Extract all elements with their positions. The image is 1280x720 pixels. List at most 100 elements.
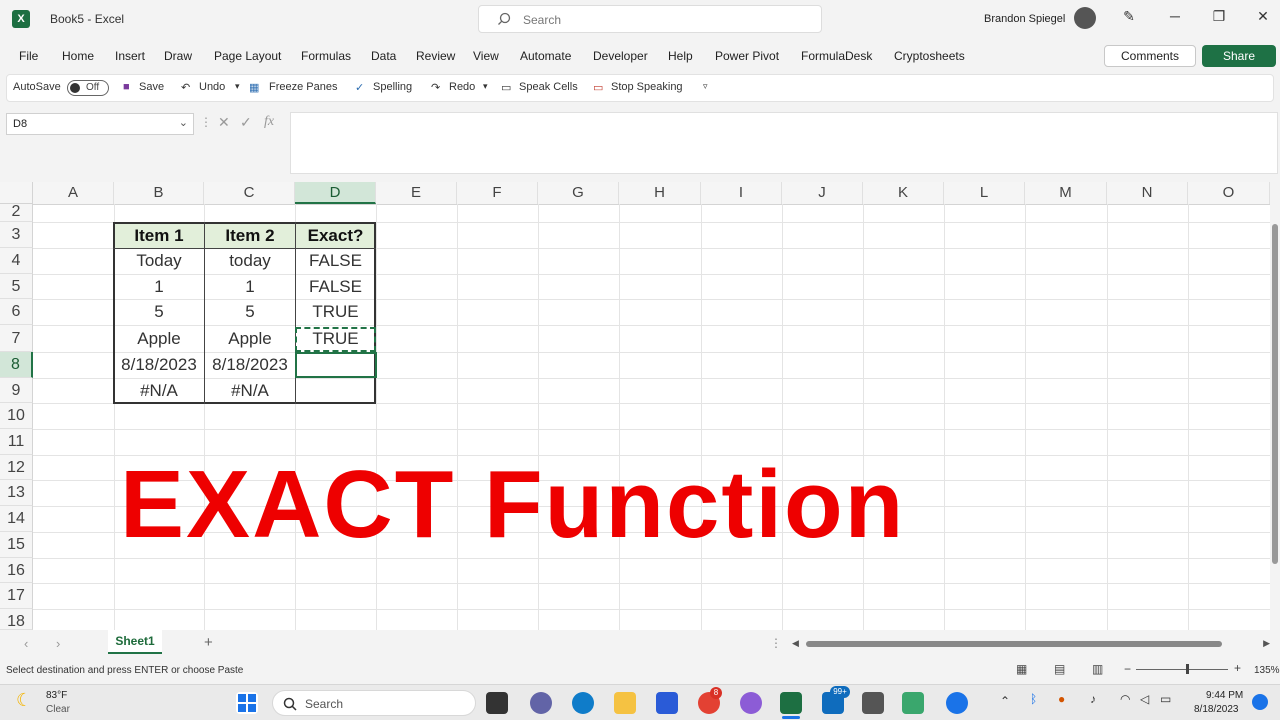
name-box[interactable]: D8 ⌄ xyxy=(6,113,194,135)
zoom-in-icon[interactable]: + xyxy=(1234,661,1241,675)
tab-help[interactable]: Help xyxy=(668,49,693,63)
column-header-i[interactable]: I xyxy=(701,182,782,204)
close-icon[interactable]: ✕ xyxy=(1250,8,1276,30)
weather-temp[interactable]: 83°F xyxy=(46,690,67,701)
speak-cells-button[interactable]: Speak Cells xyxy=(519,81,578,93)
tab-formulas[interactable]: Formulas xyxy=(301,49,351,63)
start-icon[interactable] xyxy=(236,692,258,714)
search-input[interactable]: Search xyxy=(478,5,822,33)
table-cell-b6[interactable]: 5 xyxy=(114,299,204,325)
column-header-o[interactable]: O xyxy=(1188,182,1270,204)
table-cell-c7[interactable]: Apple xyxy=(205,325,295,352)
customize-qat-icon[interactable]: ▿ xyxy=(703,81,708,92)
row-header-15[interactable]: 15 xyxy=(0,532,33,558)
dropdown-icon[interactable]: ▾ xyxy=(483,81,488,92)
table-cell-d4[interactable]: FALSE xyxy=(296,248,375,274)
share-button[interactable]: Share xyxy=(1202,45,1276,67)
select-all-corner[interactable] xyxy=(0,182,33,204)
prev-sheet-icon[interactable]: ‹ xyxy=(24,636,28,651)
tab-power-pivot[interactable]: Power Pivot xyxy=(715,49,779,63)
table-cell-c4[interactable]: today xyxy=(205,248,295,274)
row-header-3[interactable]: 3 xyxy=(0,222,33,248)
taskbar-search[interactable]: Search xyxy=(272,690,476,716)
scroll-thumb[interactable] xyxy=(1272,224,1278,564)
table-cell-b9[interactable]: #N/A xyxy=(114,378,204,403)
column-header-h[interactable]: H xyxy=(619,182,701,204)
column-header-l[interactable]: L xyxy=(944,182,1025,204)
page-break-view-icon[interactable]: ▥ xyxy=(1092,662,1103,676)
stop-speaking-button[interactable]: Stop Speaking xyxy=(611,81,683,93)
column-header-c[interactable]: C xyxy=(204,182,295,204)
formula-input[interactable] xyxy=(290,112,1278,174)
tab-formuladesk[interactable]: FormulaDesk xyxy=(801,49,872,63)
row-header-13[interactable]: 13 xyxy=(0,480,33,506)
next-sheet-icon[interactable]: › xyxy=(56,636,60,651)
bluetooth-icon[interactable]: ᛒ xyxy=(1030,692,1037,706)
worksheet-grid[interactable]: A B C D E F G H I J K L M N O 2 3 4 5 6 … xyxy=(0,182,1270,630)
table-header-exact[interactable]: Exact? xyxy=(296,223,375,248)
table-cell-b8[interactable]: 8/18/2023 xyxy=(114,352,204,378)
row-header-5[interactable]: 5 xyxy=(0,274,33,299)
file-explorer-icon[interactable] xyxy=(614,692,636,714)
excel-taskbar-icon[interactable] xyxy=(780,692,802,714)
table-cell-c8[interactable]: 8/18/2023 xyxy=(205,352,295,378)
zoom-out-icon[interactable]: − xyxy=(1124,662,1131,676)
row-header-14[interactable]: 14 xyxy=(0,506,33,532)
avatar[interactable] xyxy=(1074,7,1096,29)
restore-icon[interactable]: ❐ xyxy=(1206,8,1232,30)
column-header-n[interactable]: N xyxy=(1107,182,1188,204)
active-cell-cursor[interactable] xyxy=(295,352,377,378)
table-header-item1[interactable]: Item 1 xyxy=(114,223,204,248)
table-cell-d9[interactable] xyxy=(296,378,375,403)
user-name[interactable]: Brandon Spiegel xyxy=(984,13,1065,25)
column-header-g[interactable]: G xyxy=(538,182,619,204)
sheet-tab-sheet1[interactable]: Sheet1 xyxy=(108,630,162,654)
clock-date[interactable]: 8/18/2023 xyxy=(1194,704,1239,715)
row-header-6[interactable]: 6 xyxy=(0,299,33,325)
minimize-icon[interactable]: ─ xyxy=(1162,8,1188,30)
table-cell-d6[interactable]: TRUE xyxy=(296,299,375,325)
store-icon[interactable] xyxy=(656,692,678,714)
table-header-item2[interactable]: Item 2 xyxy=(205,223,295,248)
weather-icon[interactable]: ☾ xyxy=(16,690,32,711)
cancel-icon[interactable]: ✕ xyxy=(218,114,230,131)
tab-home[interactable]: Home xyxy=(62,49,94,63)
table-cell-c5[interactable]: 1 xyxy=(205,274,295,299)
comments-button[interactable]: Comments xyxy=(1104,45,1196,67)
row-header-12[interactable]: 12 xyxy=(0,455,33,480)
page-layout-view-icon[interactable]: ▤ xyxy=(1054,662,1065,676)
row-header-17[interactable]: 17 xyxy=(0,583,33,609)
app-icon[interactable] xyxy=(946,692,968,714)
clock-time[interactable]: 9:44 PM xyxy=(1206,690,1243,701)
wifi-icon[interactable]: ◠ xyxy=(1120,692,1130,706)
table-cell-b7[interactable]: Apple xyxy=(114,325,204,352)
chevron-down-icon[interactable]: ⌄ xyxy=(179,116,188,129)
undo-button[interactable]: Undo xyxy=(199,81,225,93)
volume-icon[interactable]: ◁ xyxy=(1140,692,1149,706)
column-header-b[interactable]: B xyxy=(114,182,204,204)
row-header-16[interactable]: 16 xyxy=(0,558,33,583)
tab-insert[interactable]: Insert xyxy=(115,49,145,63)
scroll-right-icon[interactable]: ▶ xyxy=(1263,638,1270,649)
tab-cryptosheets[interactable]: Cryptosheets xyxy=(894,49,965,63)
tab-file[interactable]: File xyxy=(19,49,38,63)
vertical-scrollbar[interactable] xyxy=(1270,182,1280,630)
chevron-up-icon[interactable]: ⌃ xyxy=(1000,694,1010,708)
dropdown-icon[interactable]: ▾ xyxy=(235,81,240,92)
zoom-slider[interactable] xyxy=(1136,669,1228,670)
tab-draw[interactable]: Draw xyxy=(164,49,192,63)
autosave-toggle[interactable]: Off xyxy=(67,80,109,96)
column-header-d[interactable]: D xyxy=(295,182,376,204)
save-button[interactable]: Save xyxy=(139,81,164,93)
tab-data[interactable]: Data xyxy=(371,49,396,63)
tab-review[interactable]: Review xyxy=(416,49,455,63)
more-options-icon[interactable]: ⋮ xyxy=(770,636,782,650)
zoom-level[interactable]: 135% xyxy=(1254,665,1280,676)
copilot-icon[interactable] xyxy=(740,692,762,714)
app-icon[interactable] xyxy=(902,692,924,714)
table-cell-d5[interactable]: FALSE xyxy=(296,274,375,299)
spelling-button[interactable]: Spelling xyxy=(373,81,412,93)
notification-icon[interactable] xyxy=(1252,694,1268,710)
tab-developer[interactable]: Developer xyxy=(593,49,648,63)
tab-automate[interactable]: Automate xyxy=(520,49,571,63)
